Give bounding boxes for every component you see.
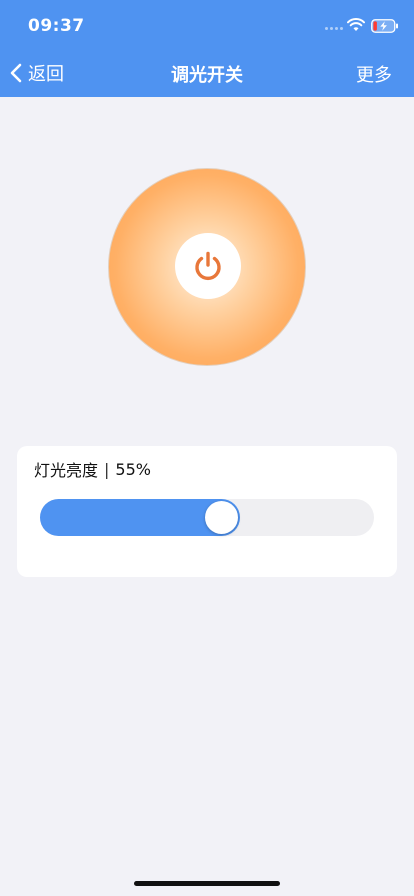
chevron-left-icon [10,63,22,83]
battery-charging-icon [371,19,398,33]
brightness-heading: 灯光亮度 | 55% [34,457,151,481]
brightness-value: 55% [115,459,151,479]
back-button-label: 返回 [28,64,64,85]
back-button[interactable]: 返回 [10,60,64,86]
power-toggle-button[interactable] [175,233,241,299]
status-time: 09:37 [28,16,85,36]
home-indicator [134,881,280,886]
brightness-slider[interactable] [40,499,374,536]
power-icon [195,251,221,281]
top-bar: 09:37 返回 调光开关 更多 [0,0,414,97]
cellular-signal-icon [325,27,343,30]
separator: | [104,459,110,479]
brightness-card: 灯光亮度 | 55% [17,446,397,577]
brightness-label: 灯光亮度 [34,461,99,480]
more-button[interactable]: 更多 [356,61,392,87]
wifi-icon [347,18,365,31]
